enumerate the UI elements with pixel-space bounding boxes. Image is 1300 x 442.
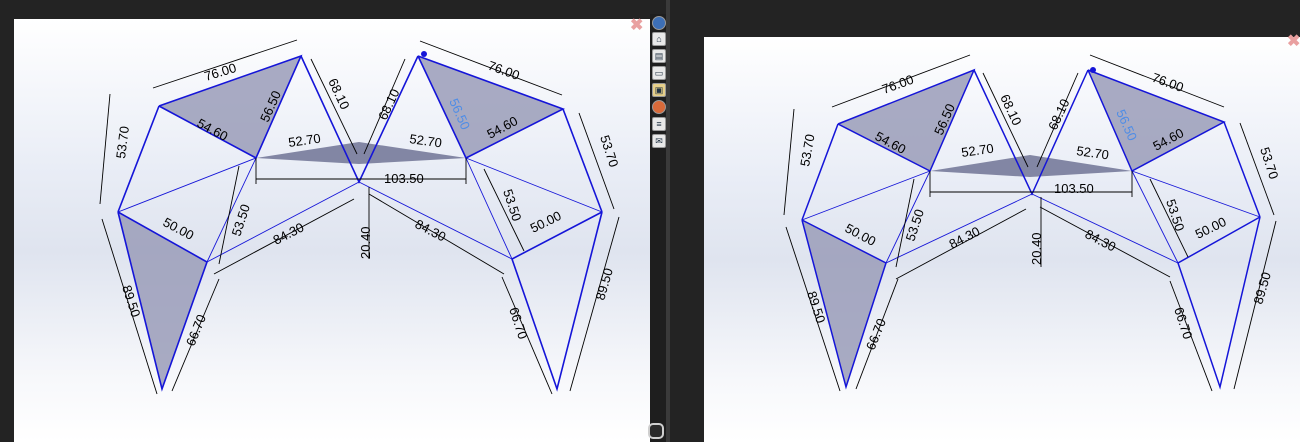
chat-icon[interactable]: ✉: [652, 134, 666, 148]
palette-image-icon[interactable]: ▣: [652, 83, 666, 97]
dim-53-70[interactable]: 53.70: [797, 133, 817, 168]
dim-53-50-b[interactable]: 53.50: [1163, 197, 1187, 233]
dim-53-70[interactable]: 53.70: [113, 125, 132, 159]
list-icon[interactable]: ≡: [652, 117, 666, 131]
dim-53-50-a[interactable]: 53.50: [903, 207, 927, 243]
dim-76-b[interactable]: 76.00: [1150, 70, 1186, 95]
close-icon[interactable]: ✖: [1287, 34, 1300, 50]
selected-point[interactable]: [1090, 67, 1096, 73]
dim-103-50[interactable]: 103.50: [384, 171, 424, 186]
dim-52-70-b[interactable]: 52.70: [1076, 143, 1110, 162]
dim-53-70-b[interactable]: 53.70: [1257, 145, 1281, 181]
layers-icon[interactable]: ▤: [652, 49, 666, 63]
dim-84-30-b[interactable]: 84.30: [413, 216, 449, 244]
dim-66-70-b[interactable]: 66.70: [506, 305, 530, 341]
dim-84-30-b[interactable]: 84.30: [1083, 226, 1119, 254]
sketch-drawing-left[interactable]: 76.00 53.70 54.60 56.50 68.10 68.10 52.7…: [14, 19, 650, 442]
dim-89-50-b[interactable]: 89.50: [592, 266, 615, 301]
dim-76-a[interactable]: 76.00: [880, 72, 916, 97]
panel-divider[interactable]: [666, 0, 670, 442]
dim-53-50-b[interactable]: 53.50: [500, 187, 524, 223]
resize-handle-icon[interactable]: [648, 423, 664, 439]
sketch-drawing-right[interactable]: 76.00 53.70 54.60 56.50 68.10 68.10 52.7…: [704, 37, 1300, 442]
dim-20-40[interactable]: 20.40: [1029, 232, 1044, 265]
dim-68-10-b[interactable]: 68.10: [375, 86, 402, 122]
dim-68-10-a[interactable]: 68.10: [325, 76, 352, 112]
dim-84-30-a[interactable]: 84.30: [271, 220, 307, 248]
color-wheel-icon[interactable]: [652, 100, 666, 114]
dim-89-50-b[interactable]: 89.50: [1250, 270, 1273, 305]
dim-20-40[interactable]: 20.40: [358, 226, 373, 259]
dim-68-10-a[interactable]: 68.10: [997, 92, 1024, 128]
home-icon[interactable]: ⌂: [652, 32, 666, 46]
dim-103-50[interactable]: 103.50: [1054, 181, 1094, 196]
dim-52-70-a[interactable]: 52.70: [960, 141, 994, 160]
selected-point[interactable]: [421, 51, 427, 57]
globe-icon[interactable]: [652, 16, 666, 30]
dim-66-70-b[interactable]: 66.70: [1171, 305, 1195, 341]
dim-53-70-b[interactable]: 53.70: [597, 133, 621, 169]
dim-50-b[interactable]: 50.00: [528, 208, 564, 236]
dim-76-b[interactable]: 76.00: [486, 58, 522, 83]
dim-84-30-a[interactable]: 84.30: [947, 224, 983, 252]
dim-52-70-a[interactable]: 52.70: [287, 131, 321, 150]
close-icon[interactable]: ✖: [630, 18, 643, 34]
sketch-viewport-left[interactable]: 76.00 53.70 54.60 56.50 68.10 68.10 52.7…: [14, 19, 650, 442]
folder-icon[interactable]: ▭: [652, 66, 666, 80]
sketch-viewport-right[interactable]: 76.00 53.70 54.60 56.50 68.10 68.10 52.7…: [704, 37, 1300, 442]
dim-52-70-b[interactable]: 52.70: [409, 131, 443, 150]
